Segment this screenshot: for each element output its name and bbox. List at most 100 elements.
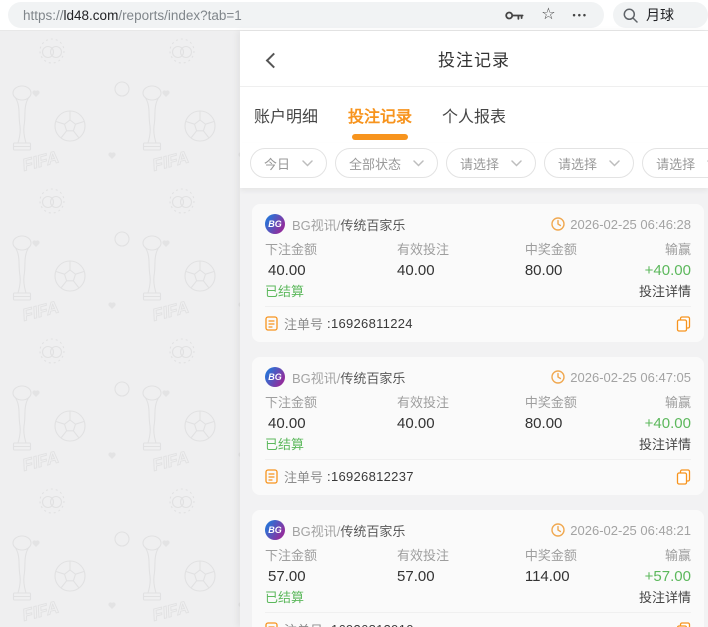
bg-provider-badge-icon: BG bbox=[265, 367, 285, 387]
game-title: 传统百家乐 bbox=[340, 370, 406, 386]
bet-detail-link[interactable]: 投注详情 bbox=[639, 283, 691, 300]
bet-amount-value: 57.00 bbox=[268, 568, 306, 585]
profit-label: 输赢 bbox=[664, 548, 691, 563]
betting-records-panel: 投注记录 账户明细 投注记录 个人报表 今日 全部状态 请选择 请选择 请选择 … bbox=[240, 31, 708, 627]
order-note-icon bbox=[265, 316, 278, 331]
key-icon[interactable] bbox=[505, 10, 524, 21]
status-row: 已结算 投注详情 bbox=[265, 589, 691, 606]
url-path: /reports/index?tab=1 bbox=[118, 7, 242, 23]
url-box[interactable]: https://ld48.com/reports/index?tab=1 ☆ •… bbox=[8, 2, 604, 28]
filter-dropdown[interactable]: 全部状态 bbox=[335, 148, 439, 178]
search-icon bbox=[623, 8, 638, 23]
provider-name: BG视讯/ bbox=[292, 523, 341, 539]
filter-dropdown[interactable]: 请选择 bbox=[446, 148, 537, 178]
tab-label: 账户明细 bbox=[254, 109, 319, 126]
bet-record-card: BG BG视讯/传统百家乐 2026-02-25 06:47:05 下注金额 有… bbox=[252, 357, 704, 495]
copy-order-button[interactable] bbox=[676, 315, 691, 332]
win-amount-label: 中奖金额 bbox=[524, 242, 577, 257]
copy-order-button[interactable] bbox=[676, 468, 691, 485]
status-row: 已结算 投注详情 bbox=[265, 436, 691, 453]
copy-icon bbox=[676, 468, 691, 485]
copy-icon bbox=[676, 315, 691, 332]
valid-bet-label: 有效投注 bbox=[397, 395, 450, 410]
provider-name: BG视讯/ bbox=[292, 370, 341, 386]
provider-name: BG视讯/ bbox=[292, 217, 341, 233]
bet-detail-link[interactable]: 投注详情 bbox=[639, 589, 691, 606]
records-list: BG BG视讯/传统百家乐 2026-02-25 06:46:28 下注金额 有… bbox=[240, 188, 708, 627]
more-menu-icon[interactable]: ••• bbox=[573, 10, 588, 20]
order-row: 注单号 :16926811224 bbox=[265, 306, 691, 342]
search-text: 月球 bbox=[646, 7, 674, 23]
order-number-value: :16926812237 bbox=[327, 469, 414, 484]
chevron-down-icon bbox=[302, 159, 313, 167]
amount-values-row: 40.00 40.00 80.00 +40.00 bbox=[265, 415, 691, 433]
url-domain: ld48.com bbox=[63, 7, 119, 23]
game-title: 传统百家乐 bbox=[340, 523, 406, 539]
browser-search-box[interactable]: 月球 bbox=[613, 2, 708, 28]
bet-timestamp: 2026-02-25 06:48:21 bbox=[570, 522, 691, 538]
win-amount-value: 80.00 bbox=[524, 415, 563, 432]
win-amount-label: 中奖金额 bbox=[524, 548, 577, 563]
clock-icon bbox=[551, 217, 565, 231]
filter-bar: 今日 全部状态 请选择 请选择 请选择 bbox=[240, 143, 708, 188]
order-note-icon bbox=[265, 622, 278, 627]
fifa-watermark-background: FIFA bbox=[0, 31, 240, 627]
game-name: BG视讯/传统百家乐 bbox=[292, 368, 405, 387]
bet-detail-link[interactable]: 投注详情 bbox=[639, 436, 691, 453]
status-row: 已结算 投注详情 bbox=[265, 283, 691, 300]
profit-label: 输赢 bbox=[664, 395, 691, 410]
bookmark-star-icon[interactable]: ☆ bbox=[541, 7, 555, 23]
bet-amount-label: 下注金额 bbox=[265, 548, 318, 563]
order-number-value: :16926811224 bbox=[327, 316, 413, 331]
valid-bet-value: 57.00 bbox=[397, 568, 435, 585]
chevron-down-icon bbox=[511, 159, 522, 167]
tab-item[interactable]: 账户明细 bbox=[254, 87, 318, 143]
valid-bet-value: 40.00 bbox=[397, 262, 435, 279]
bg-provider-badge-icon: BG bbox=[265, 520, 285, 540]
bet-record-card: BG BG视讯/传统百家乐 2026-02-25 06:48:21 下注金额 有… bbox=[252, 510, 704, 627]
filter-label: 请选择 bbox=[558, 156, 598, 172]
win-amount-value: 114.00 bbox=[524, 568, 570, 585]
chevron-down-icon bbox=[609, 159, 620, 167]
screen: https://ld48.com/reports/index?tab=1 ☆ •… bbox=[0, 0, 708, 627]
copy-icon bbox=[676, 621, 691, 627]
filter-dropdown[interactable]: 请选择 bbox=[642, 148, 708, 178]
status-badge: 已结算 bbox=[265, 437, 305, 452]
bet-amount-value: 40.00 bbox=[268, 415, 306, 432]
amount-labels-row: 下注金额 有效投注 中奖金额 输赢 bbox=[265, 395, 691, 410]
filter-dropdown[interactable]: 今日 bbox=[250, 148, 328, 178]
back-button[interactable] bbox=[260, 49, 282, 71]
filter-label: 全部状态 bbox=[349, 156, 402, 172]
chevron-left-icon bbox=[265, 52, 281, 68]
clock-icon bbox=[551, 523, 565, 537]
clock-icon bbox=[551, 370, 565, 384]
game-name: BG视讯/传统百家乐 bbox=[292, 215, 405, 234]
browser-address-bar: https://ld48.com/reports/index?tab=1 ☆ •… bbox=[0, 0, 708, 31]
order-digits: 16926812237 bbox=[330, 469, 414, 484]
order-digits: 16926813910 bbox=[331, 622, 414, 627]
url-text: https://ld48.com/reports/index?tab=1 bbox=[23, 8, 242, 23]
card-header: BG BG视讯/传统百家乐 2026-02-25 06:46:28 bbox=[265, 213, 691, 235]
panel-header: 投注记录 bbox=[240, 31, 708, 87]
bg-provider-badge-icon: BG bbox=[265, 214, 285, 234]
copy-order-button[interactable] bbox=[676, 621, 691, 627]
order-note-icon bbox=[265, 469, 278, 484]
order-digits: 16926811224 bbox=[330, 316, 413, 331]
valid-bet-value: 40.00 bbox=[397, 415, 435, 432]
profit-label: 输赢 bbox=[664, 242, 691, 257]
valid-bet-label: 有效投注 bbox=[397, 242, 450, 257]
amount-labels-row: 下注金额 有效投注 中奖金额 输赢 bbox=[265, 548, 691, 563]
card-header: BG BG视讯/传统百家乐 2026-02-25 06:47:05 bbox=[265, 366, 691, 388]
order-number-value: :16926813910 bbox=[327, 622, 414, 627]
amount-labels-row: 下注金额 有效投注 中奖金额 输赢 bbox=[265, 242, 691, 257]
bet-timestamp: 2026-02-25 06:47:05 bbox=[570, 369, 691, 385]
url-scheme: https:// bbox=[23, 7, 64, 23]
filter-label: 今日 bbox=[264, 156, 291, 172]
profit-value: +40.00 bbox=[644, 415, 691, 432]
bet-timestamp: 2026-02-25 06:46:28 bbox=[570, 216, 691, 232]
game-title: 传统百家乐 bbox=[340, 217, 406, 233]
tab-item[interactable]: 个人报表 bbox=[442, 87, 506, 143]
filter-dropdown[interactable]: 请选择 bbox=[544, 148, 635, 178]
tab-item[interactable]: 投注记录 bbox=[348, 87, 412, 143]
amount-values-row: 57.00 57.00 114.00 +57.00 bbox=[265, 568, 691, 586]
